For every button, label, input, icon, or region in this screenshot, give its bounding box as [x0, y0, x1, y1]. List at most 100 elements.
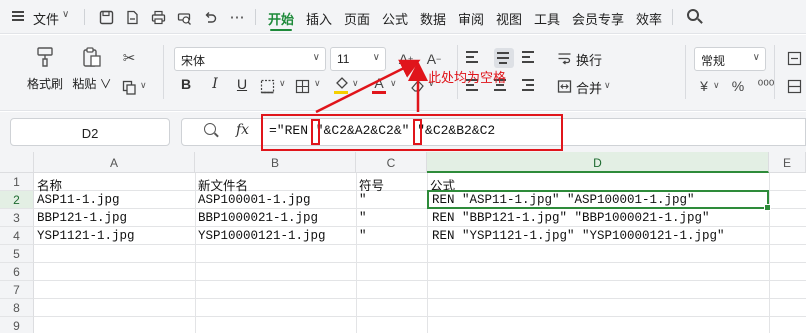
font-name-select[interactable]: 宋体 ∨ [174, 47, 326, 71]
column-header-a[interactable]: A [34, 152, 195, 173]
save-icon[interactable] [97, 8, 115, 26]
align-middle-button[interactable] [494, 48, 514, 68]
paste-label-text: 粘贴 [72, 77, 97, 91]
bold-button[interactable]: B [176, 76, 196, 96]
cell-a2[interactable]: ASP11-1.jpg [35, 191, 120, 209]
cell-c4[interactable]: " [357, 227, 367, 245]
chevron-down-icon[interactable]: ∨ [314, 78, 321, 89]
clear-format-icon[interactable] [407, 75, 427, 95]
divider [163, 45, 164, 99]
align-bottom-button[interactable] [522, 48, 542, 68]
tab-home[interactable]: 开始 [268, 9, 294, 31]
wrap-text-label[interactable]: 换行 [576, 50, 602, 69]
number-format-select[interactable]: 常规 ∨ [694, 47, 766, 71]
increase-font-size-icon[interactable]: A + [396, 49, 416, 69]
chevron-down-icon[interactable]: ∨ [604, 80, 611, 91]
undo-icon[interactable] [201, 8, 219, 26]
row-header[interactable]: 4 [0, 227, 34, 245]
chevron-down-icon[interactable]: ∨ [713, 80, 720, 91]
chevron-down-icon[interactable]: ∨ [279, 78, 286, 89]
hamburger-menu-icon[interactable] [12, 11, 24, 21]
tab-page[interactable]: 页面 [344, 9, 370, 28]
align-right-button[interactable] [522, 76, 542, 96]
merge-cells-label[interactable]: 合并 [576, 78, 602, 97]
active-cell-selection[interactable] [427, 190, 771, 211]
font-color-icon[interactable]: A [369, 73, 389, 93]
thousands-separator-icon[interactable]: ⁰⁰⁰ [756, 75, 776, 95]
convert-icon[interactable] [784, 48, 804, 68]
align-top-button[interactable] [466, 48, 486, 68]
format-painter-button[interactable]: 格式刷 [25, 43, 65, 92]
row-header[interactable]: 1 [0, 173, 34, 191]
font-size-select[interactable]: 11 ∨ [330, 47, 386, 71]
export-icon[interactable] [123, 8, 141, 26]
cell-a4[interactable]: YSP1121-1.jpg [35, 227, 135, 245]
fill-color-icon[interactable] [331, 73, 351, 93]
space-marker-box [311, 119, 320, 145]
tab-review[interactable]: 审阅 [458, 9, 484, 28]
print-preview-icon[interactable] [175, 8, 193, 26]
cell-c2[interactable]: " [357, 191, 367, 209]
cell-b1[interactable]: 新文件名 [196, 173, 248, 193]
row-header[interactable]: 2 [0, 191, 34, 209]
paste-label: 粘贴 ∨ [72, 77, 112, 91]
cell-d4[interactable]: REN "YSP1121-1.jpg" "YSP10000121-1.jpg" [430, 227, 725, 245]
cell-b4[interactable]: YSP10000121-1.jpg [196, 227, 326, 245]
row-header[interactable]: 3 [0, 209, 34, 227]
cell-c1[interactable]: 符号 [357, 173, 384, 193]
select-all-corner[interactable] [0, 152, 34, 173]
row-header[interactable]: 8 [0, 299, 34, 317]
italic-button[interactable]: I [205, 76, 225, 96]
border-icon[interactable] [257, 76, 277, 96]
chevron-down-icon[interactable]: ∨ [390, 78, 397, 89]
tab-view[interactable]: 视图 [496, 9, 522, 28]
currency-icon[interactable]: ¥ [694, 76, 714, 96]
percent-icon[interactable]: % [728, 76, 748, 96]
cell-d3[interactable]: REN "BBP121-1.jpg" "BBP1000021-1.jpg" [430, 209, 710, 227]
copy-icon[interactable] [119, 77, 139, 97]
column-header-d[interactable]: D [427, 152, 769, 173]
search-icon[interactable] [686, 8, 704, 26]
tab-efficiency[interactable]: 效率 [636, 9, 662, 28]
merge-cells-icon[interactable] [554, 76, 574, 96]
paste-button[interactable]: 粘贴 ∨ [72, 43, 112, 92]
cell-a1[interactable]: 名称 [35, 173, 62, 193]
zoom-icon[interactable] [204, 123, 220, 139]
function-icon[interactable]: fx [236, 122, 249, 138]
file-menu[interactable]: 文件 [33, 9, 59, 28]
cell-b2[interactable]: ASP100001-1.jpg [196, 191, 311, 209]
column-header-b[interactable]: B [195, 152, 356, 173]
chevron-down-icon: ∨ [312, 52, 320, 63]
underline-button[interactable]: U [232, 76, 252, 96]
tab-data[interactable]: 数据 [420, 9, 446, 28]
name-box[interactable]: D2 [10, 118, 170, 146]
tab-insert[interactable]: 插入 [306, 9, 332, 28]
row-header[interactable]: 7 [0, 281, 34, 299]
column-header-e[interactable]: E [769, 152, 806, 173]
ribbon-toolbar: 格式刷 粘贴 ∨ ✂ ∨ 宋体 ∨ 11 ∨ A + A − B I U ∨ ∨ ∨ A… [0, 35, 806, 111]
tab-formulas[interactable]: 公式 [382, 9, 408, 28]
wrap-text-icon[interactable] [554, 48, 574, 68]
more-icon[interactable]: ⋯ [228, 8, 246, 26]
cell-a3[interactable]: BBP121-1.jpg [35, 209, 127, 227]
row-header[interactable]: 5 [0, 245, 34, 263]
cell-style-icon[interactable] [292, 76, 312, 96]
tab-member[interactable]: 会员专享 [572, 9, 624, 28]
cell-d1[interactable]: 公式 [428, 173, 455, 193]
divider [84, 9, 85, 25]
decrease-font-size-icon[interactable]: A − [424, 49, 444, 69]
print-icon[interactable] [149, 8, 167, 26]
chevron-down-icon[interactable]: ∨ [140, 80, 147, 91]
formula-highlight-box [261, 114, 563, 151]
font-color-swatch [372, 91, 386, 94]
column-header-c[interactable]: C [356, 152, 427, 173]
chevron-down-icon[interactable]: ∨ [352, 78, 359, 89]
row-header[interactable]: 6 [0, 263, 34, 281]
cut-icon[interactable]: ✂ [119, 48, 139, 68]
cell-c3[interactable]: " [357, 209, 367, 227]
cell-b3[interactable]: BBP1000021-1.jpg [196, 209, 318, 227]
rows-columns-icon[interactable] [784, 76, 804, 96]
row-header[interactable]: 9 [0, 317, 34, 333]
tab-tools[interactable]: 工具 [534, 9, 560, 28]
chevron-down-icon[interactable]: ∨ [62, 9, 69, 20]
